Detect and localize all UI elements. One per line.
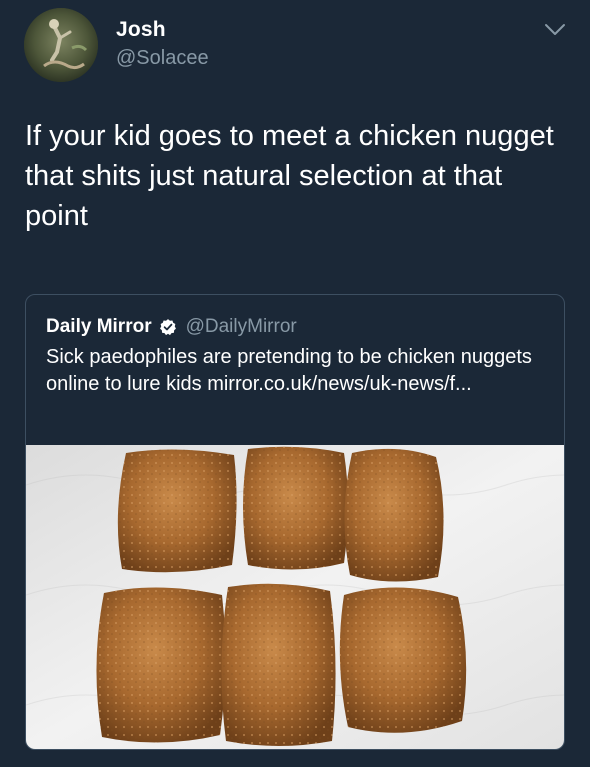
author-name[interactable]: Josh [116, 18, 166, 42]
author-avatar[interactable] [24, 8, 98, 82]
chicken-nuggets-photo[interactable] [26, 445, 564, 749]
avatar-image [24, 8, 98, 82]
quoted-author-name[interactable]: Daily Mirror [46, 316, 152, 338]
author-handle[interactable]: @Solacee [116, 47, 209, 70]
quoted-tweet-card[interactable]: Daily Mirror @DailyMirror Sick paedophil… [25, 294, 565, 750]
quoted-author-handle[interactable]: @DailyMirror [186, 316, 297, 338]
tweet-card: Josh @Solacee If your kid goes to meet a… [0, 0, 590, 767]
tweet-text: If your kid goes to meet a chicken nugge… [25, 120, 554, 232]
nuggets-image [26, 445, 564, 749]
quoted-tweet-header: Daily Mirror @DailyMirror [46, 313, 297, 341]
verified-badge-icon [159, 319, 176, 336]
quoted-tweet-text: Sick paedophiles are pretending to be ch… [46, 346, 532, 395]
chevron-down-icon[interactable] [544, 22, 566, 38]
